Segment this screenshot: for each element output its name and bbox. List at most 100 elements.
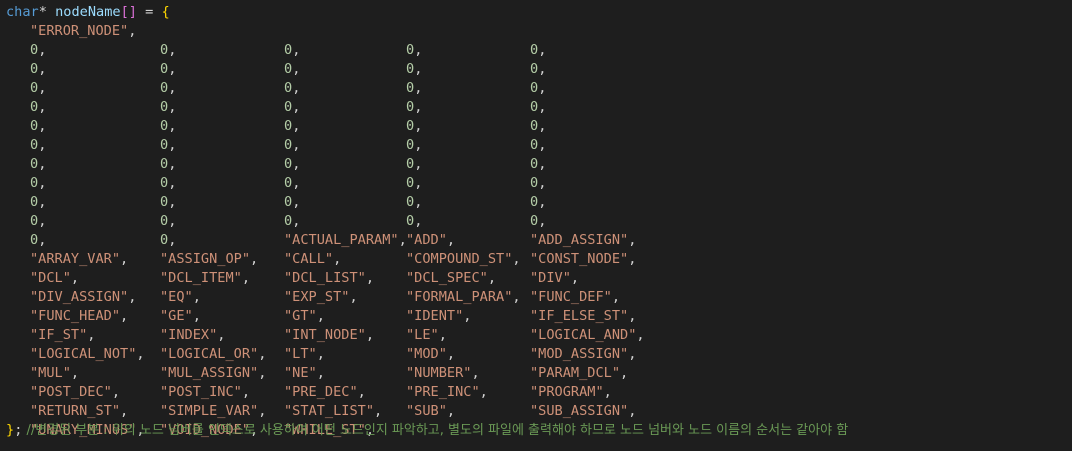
string-entry: "INT_NODE",	[284, 326, 374, 345]
comma: ,	[349, 289, 358, 305]
comma: ,	[628, 308, 637, 324]
comma: ,	[168, 80, 177, 96]
numeric-literal: 0	[530, 194, 539, 210]
string-literal: "SIMPLE_VAR"	[160, 403, 259, 419]
numeric-literal: 0	[160, 194, 169, 210]
string-literal: "LOGICAL_OR"	[160, 346, 259, 362]
string-entry: "ADD",	[406, 231, 455, 250]
number-entry: 0,	[530, 193, 546, 212]
comma: ,	[374, 403, 383, 419]
number-entry: 0,	[530, 155, 546, 174]
number-entry: 0,	[284, 174, 300, 193]
number-entry: 0,	[406, 41, 422, 60]
number-entry: 0,	[406, 136, 422, 155]
code-editor[interactable]: char* nodeName[] = { "ERROR_NODE", 0, 0, 0,…	[0, 0, 1072, 451]
string-literal: "IF_ST"	[30, 327, 88, 343]
comma: ,	[463, 308, 472, 324]
string-literal: "ADD"	[406, 232, 447, 248]
string-literal: "LOGICAL_NOT"	[30, 346, 137, 362]
comma: ,	[414, 175, 423, 191]
comma: ,	[446, 403, 456, 419]
number-entry: 0,	[30, 117, 46, 136]
numeric-literal: 0	[160, 118, 169, 134]
array-row: "ARRAY_VAR", "ASSIGN_OP", "CALL", "COMPOUND…	[0, 250, 1072, 269]
string-entry: "MOD",	[406, 345, 455, 364]
string-literal: "POST_DEC"	[30, 384, 112, 400]
numeric-literal: 0	[160, 42, 169, 58]
comma: ,	[479, 384, 488, 400]
comma: ,	[628, 232, 637, 248]
array-row: "ERROR_NODE",	[0, 22, 1072, 41]
string-entry: "IF_ST",	[30, 326, 95, 345]
numeric-literal: 0	[30, 61, 39, 77]
comma: ,	[168, 99, 177, 115]
string-entry: "FUNC_HEAD",	[30, 307, 128, 326]
string-entry: "LOGICAL_NOT",	[30, 345, 145, 364]
comma: ,	[471, 365, 480, 381]
string-entry: "SIMPLE_VAR",	[160, 402, 266, 421]
string-literal: "ACTUAL_PARAM"	[284, 232, 399, 248]
string-entry: "DIV",	[530, 269, 579, 288]
string-entry: "PROGRAM",	[530, 383, 612, 402]
numeric-literal: 0	[284, 42, 293, 58]
string-entry: "ACTUAL_PARAM",	[284, 231, 407, 250]
comma: ,	[538, 80, 547, 96]
comma: ,	[414, 99, 423, 115]
numeric-literal: 0	[30, 99, 39, 115]
number-entry: 0,	[406, 212, 422, 231]
string-entry: "ERROR_NODE",	[30, 22, 136, 41]
comma: ,	[258, 403, 267, 419]
comma: ,	[538, 99, 547, 115]
numeric-literal: 0	[30, 42, 39, 58]
comma: ,	[168, 61, 177, 77]
number-entry: 0,	[284, 212, 300, 231]
string-entry: "LE",	[406, 326, 447, 345]
comma: ,	[292, 175, 301, 191]
string-literal: "DCL_ITEM"	[160, 270, 242, 286]
numeric-literal: 0	[530, 156, 539, 172]
comma: ,	[333, 251, 342, 267]
comma: ,	[168, 42, 177, 58]
number-entry: 0,	[530, 60, 546, 79]
string-entry: "CONST_NODE",	[530, 250, 636, 269]
numeric-literal: 0	[530, 61, 539, 77]
array-row: "DIV_ASSIGN", "EQ", "EXP_ST", "FORMAL_PARA"…	[0, 288, 1072, 307]
number-entry: 0,	[160, 98, 176, 117]
string-literal: "FORMAL_PARA"	[406, 289, 513, 305]
comma: ,	[38, 137, 47, 153]
comma: ,	[87, 327, 96, 343]
string-literal: "MOD"	[406, 346, 447, 362]
numeric-literal: 0	[530, 213, 539, 229]
comma: ,	[538, 61, 547, 77]
string-literal: "IF_ELSE_ST"	[530, 308, 629, 324]
comma: ,	[512, 251, 521, 267]
comma: ,	[414, 80, 423, 96]
numeric-literal: 0	[284, 137, 293, 153]
array-row: 0, 0, 0, 0, 0,	[0, 60, 1072, 79]
string-literal: "RETURN_ST"	[30, 403, 121, 419]
string-entry: "IF_ELSE_ST",	[530, 307, 636, 326]
string-entry: "ASSIGN_OP",	[160, 250, 258, 269]
string-literal: "PARAM_DCL"	[530, 365, 621, 381]
comma: ,	[38, 80, 47, 96]
open-brace: {	[161, 4, 170, 20]
string-literal: "GT"	[284, 308, 317, 324]
string-entry: "LOGICAL_OR",	[160, 345, 266, 364]
comma: ,	[241, 270, 251, 286]
array-row: 0, 0, 0, 0, 0,	[0, 193, 1072, 212]
comma: ,	[628, 346, 637, 362]
array-row: 0, 0, 0, 0, 0,	[0, 41, 1072, 60]
comma: ,	[365, 270, 375, 286]
string-entry: "GT",	[284, 307, 325, 326]
string-literal: "NUMBER"	[406, 365, 472, 381]
comma: ,	[168, 118, 177, 134]
comma: ,	[120, 251, 129, 267]
number-entry: 0,	[406, 117, 422, 136]
comma: ,	[168, 232, 177, 248]
string-entry: "STAT_LIST",	[284, 402, 382, 421]
code-comment: //변경된 부분 : 위의 노드 넘버를 인덱스로 사용하여 어떤 노드인지 파…	[22, 423, 849, 438]
comma: ,	[512, 289, 521, 305]
string-literal: "POST_INC"	[160, 384, 242, 400]
string-entry: "ADD_ASSIGN",	[530, 231, 636, 250]
string-literal: "MOD_ASSIGN"	[530, 346, 629, 362]
